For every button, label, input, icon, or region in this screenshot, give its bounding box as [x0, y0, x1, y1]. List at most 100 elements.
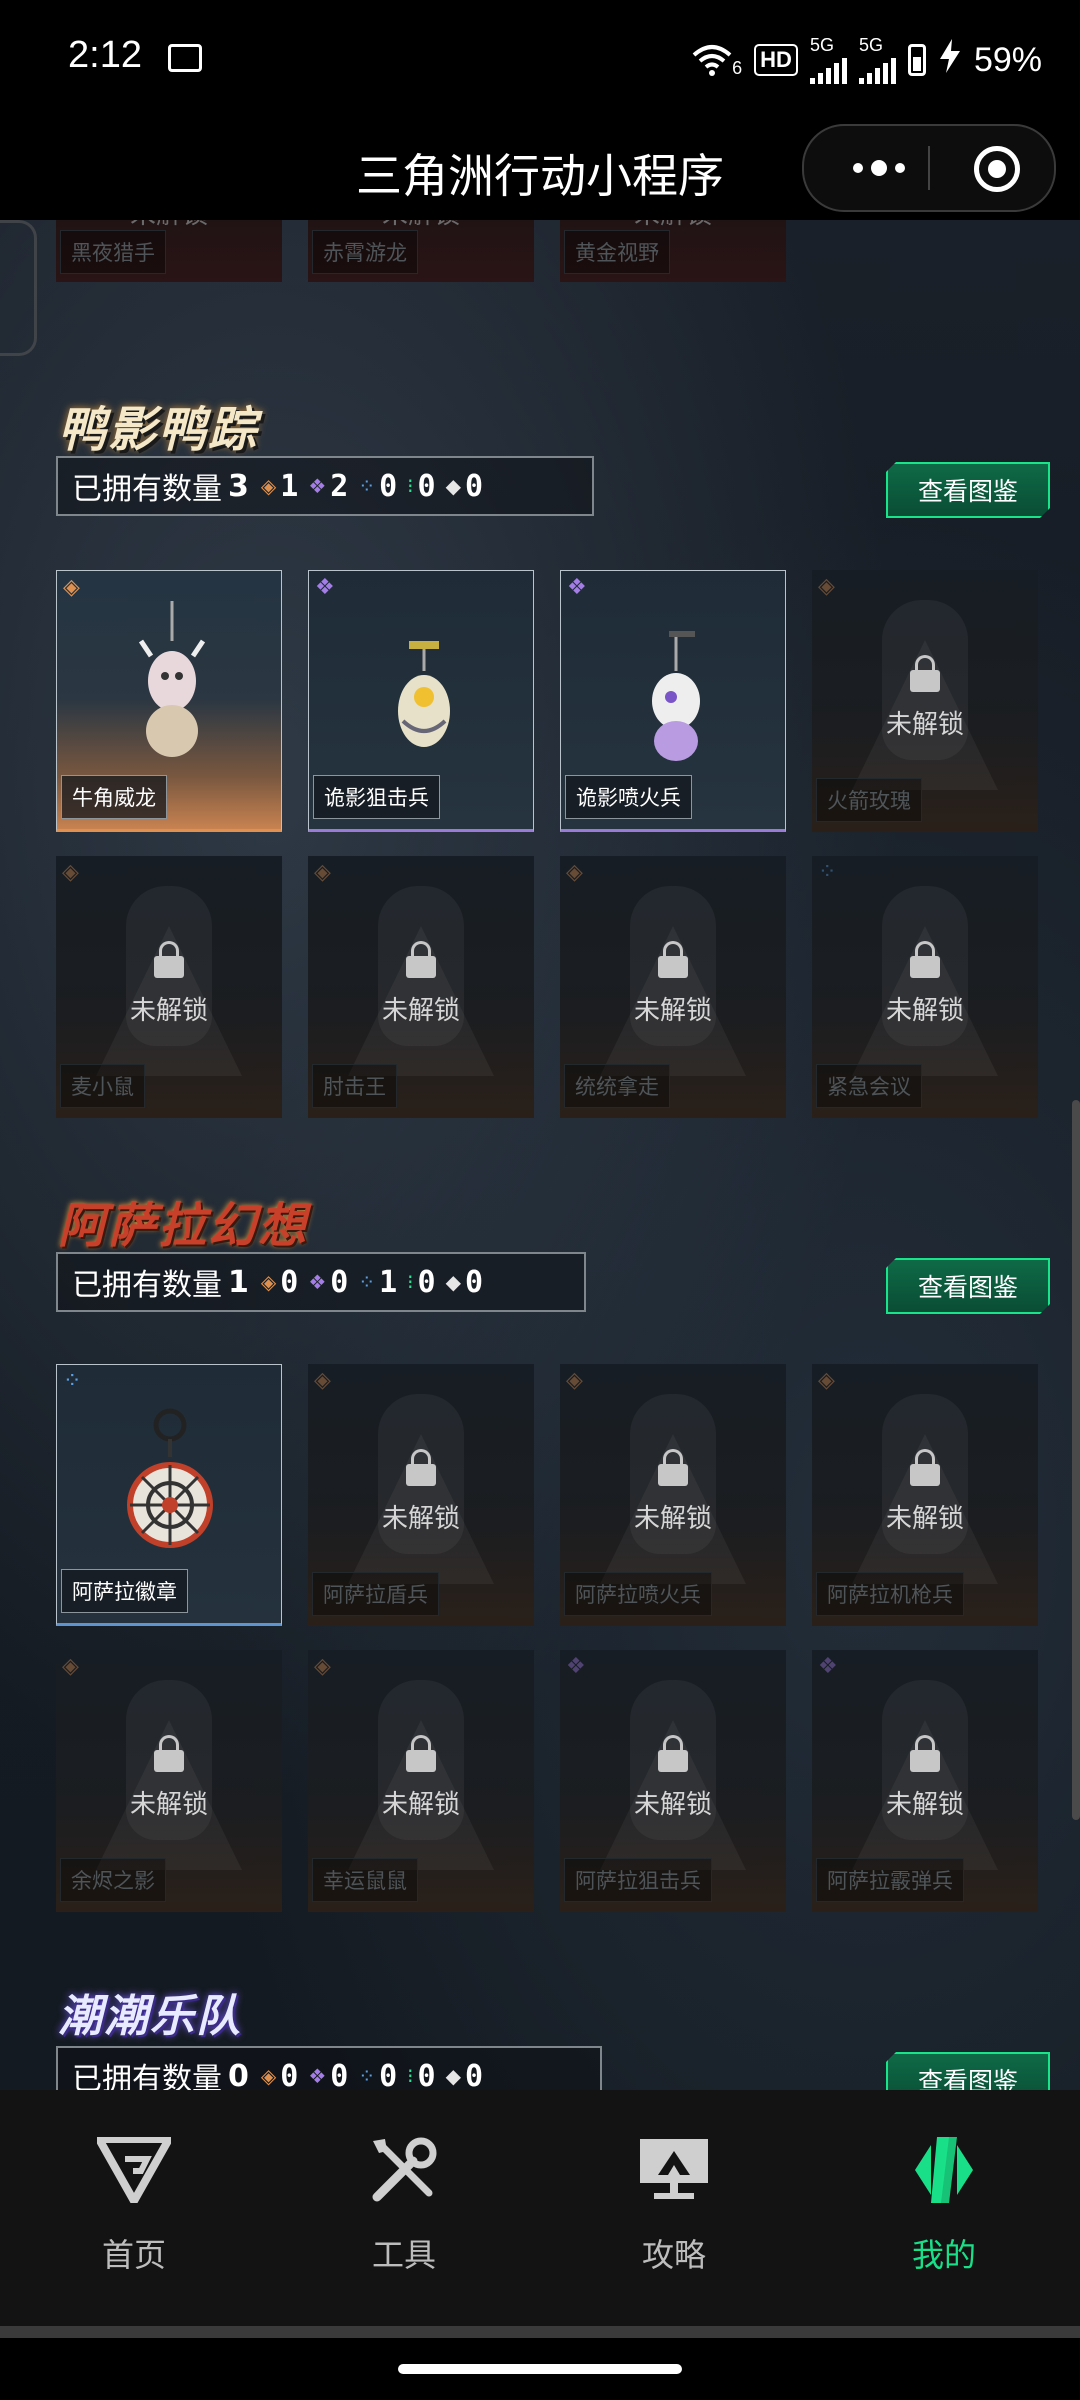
card-name: 幸运鼠鼠: [312, 1858, 418, 1902]
collection-card[interactable]: ❖ 未解锁 阿萨拉狙击兵: [560, 1650, 786, 1912]
card-name: 麦小鼠: [60, 1064, 145, 1108]
collection-card[interactable]: ◈ 未解锁 肘击王: [308, 856, 534, 1118]
tab-profile[interactable]: 我的: [864, 2130, 1024, 2276]
tab-guide[interactable]: 攻略: [594, 2130, 754, 2276]
locked-label: 未解锁: [381, 1504, 460, 1534]
gold-rarity-icon: ◈: [260, 474, 277, 498]
gallery-notification-icon: [168, 44, 202, 72]
collection-card[interactable]: 未解锁 黄金视野: [560, 220, 786, 282]
close-mini-program-button[interactable]: [974, 146, 1020, 192]
collection-card[interactable]: ❖ 诡影喷火兵: [560, 570, 786, 832]
collection-content[interactable]: 未解锁 黑夜猎手 未解锁 赤霄游龙 未解锁 黄金视野 鸭影鸭踪 已拥有数量 3 …: [0, 220, 1080, 2090]
card-name: 牛角威龙: [61, 775, 167, 819]
collection-card[interactable]: ◈ 未解锁 阿萨拉盾兵: [308, 1364, 534, 1626]
scrollbar[interactable]: [1072, 1100, 1080, 1820]
battery-icon: [907, 44, 926, 76]
card-name: 阿萨拉霰弹兵: [816, 1858, 964, 1902]
collection-card[interactable]: ❖ 未解锁 阿萨拉霰弹兵: [812, 1650, 1038, 1912]
tab-home[interactable]: 首页: [54, 2130, 214, 2276]
blue-rarity-icon: ⁘: [63, 1369, 82, 1394]
collection-card[interactable]: 未解锁 黑夜猎手: [56, 220, 282, 282]
lock-icon: [910, 1735, 940, 1772]
tab-label: 攻略: [641, 2236, 706, 2274]
card-name: 紧急会议: [816, 1064, 922, 1108]
purple-rarity-icon: ❖: [308, 474, 327, 498]
blue-rarity-icon: ⁘: [358, 474, 376, 498]
locked-label: 未解锁: [381, 1790, 460, 1820]
status-icons: 6 HD 5G 5G 59%: [692, 36, 1042, 84]
rarity-count: 0: [379, 468, 398, 504]
collection-card[interactable]: ◈ 未解锁 麦小鼠: [56, 856, 282, 1118]
nav-divider: [0, 2326, 1080, 2338]
collection-card[interactable]: ⁘ 未解锁 紧急会议: [812, 856, 1038, 1118]
sim2-network: 5G: [858, 35, 883, 55]
locked-label: 未解锁: [633, 1504, 712, 1534]
card-name: 统统拿走: [564, 1064, 670, 1108]
capsule-divider: [928, 146, 930, 190]
card-name: 诡影喷火兵: [565, 775, 692, 819]
guide-monitor-icon: [594, 2130, 754, 2210]
lock-icon: [406, 941, 436, 978]
series-logo: 阿萨拉幻想: [58, 1198, 309, 1254]
card-name: 阿萨拉喷火兵: [564, 1572, 712, 1616]
rarity-count: 0: [417, 2058, 436, 2091]
collection-card[interactable]: ◈ 未解锁 阿萨拉机枪兵: [812, 1364, 1038, 1626]
blue-rarity-icon: ⁘: [358, 2064, 376, 2088]
owned-count: 0: [228, 2058, 249, 2091]
wifi-number: 6: [732, 58, 743, 78]
card-name: 阿萨拉狙击兵: [564, 1858, 712, 1902]
rarity-count: 0: [417, 1264, 436, 1300]
view-catalog-button[interactable]: 查看图鉴: [886, 462, 1050, 518]
card-name: 诡影狙击兵: [313, 775, 440, 819]
purple-rarity-icon: ❖: [567, 575, 587, 600]
card-name: 火箭玫瑰: [816, 778, 922, 822]
tab-label: 我的: [911, 2236, 976, 2274]
tab-label: 首页: [101, 2236, 166, 2274]
rarity-count: 2: [330, 468, 349, 504]
view-catalog-button[interactable]: 查看图鉴: [886, 1258, 1050, 1314]
charm-figure-icon: [398, 641, 450, 747]
charging-icon: [938, 38, 962, 82]
collection-card[interactable]: ◈ 未解锁 余烬之影: [56, 1650, 282, 1912]
card-name: 黑夜猎手: [60, 230, 166, 274]
gold-rarity-icon: ◈: [62, 860, 79, 885]
collection-card[interactable]: 未解锁 赤霄游龙: [308, 220, 534, 282]
rarity-count: 0: [280, 1264, 299, 1300]
profile-logo-icon: [864, 2130, 1024, 2210]
collection-card[interactable]: ◈ 未解锁 阿萨拉喷火兵: [560, 1364, 786, 1626]
tab-tools[interactable]: 工具: [324, 2130, 484, 2276]
collection-card[interactable]: ⁘ 阿萨拉徽章: [56, 1364, 282, 1626]
rarity-count: 0: [464, 2058, 484, 2091]
more-menu-button[interactable]: [834, 126, 924, 210]
card-name: 肘击王: [312, 1064, 397, 1108]
card-name: 阿萨拉徽章: [61, 1569, 188, 1613]
rarity-count: 0: [330, 2058, 349, 2091]
collection-card[interactable]: ◈ 未解锁 火箭玫瑰: [812, 570, 1038, 832]
gold-rarity-icon: ◈: [63, 575, 80, 600]
lock-icon: [406, 1735, 436, 1772]
collection-card[interactable]: ◈ 未解锁 统统拿走: [560, 856, 786, 1118]
lock-icon: [658, 1735, 688, 1772]
rarity-count: 0: [379, 2058, 398, 2091]
locked-label: 未解锁: [885, 710, 964, 740]
view-catalog-button[interactable]: 查看图鉴: [886, 2052, 1050, 2090]
home-indicator[interactable]: [398, 2364, 682, 2374]
white-rarity-icon: ◆: [445, 1270, 461, 1294]
wifi-icon: 6: [692, 43, 742, 77]
collection-card[interactable]: ◈ 未解锁 幸运鼠鼠: [308, 1650, 534, 1912]
gold-rarity-icon: ◈: [314, 1654, 331, 1679]
locked-label: 未解锁: [885, 1790, 964, 1820]
battery-percent: 59%: [973, 40, 1042, 79]
side-pull-tab[interactable]: [0, 220, 37, 356]
collection-card[interactable]: ❖ 诡影狙击兵: [308, 570, 534, 832]
locked-label: 未解锁: [129, 996, 208, 1026]
lock-icon: [154, 1735, 184, 1772]
collection-card[interactable]: ◈ 牛角威龙: [56, 570, 282, 832]
rarity-count: 0: [464, 468, 484, 504]
owned-label: 已拥有数量: [72, 2062, 222, 2090]
series-logo: 鸭影鸭踪: [58, 402, 259, 458]
locked-label: 未解锁: [885, 1504, 964, 1534]
gold-rarity-icon: ◈: [818, 574, 835, 599]
owned-count-box: 已拥有数量 3 ◈ 1 ❖ 2 ⁘ 0 ⁝ 0 ◆ 0: [56, 456, 594, 516]
card-name: 赤霄游龙: [312, 230, 418, 274]
